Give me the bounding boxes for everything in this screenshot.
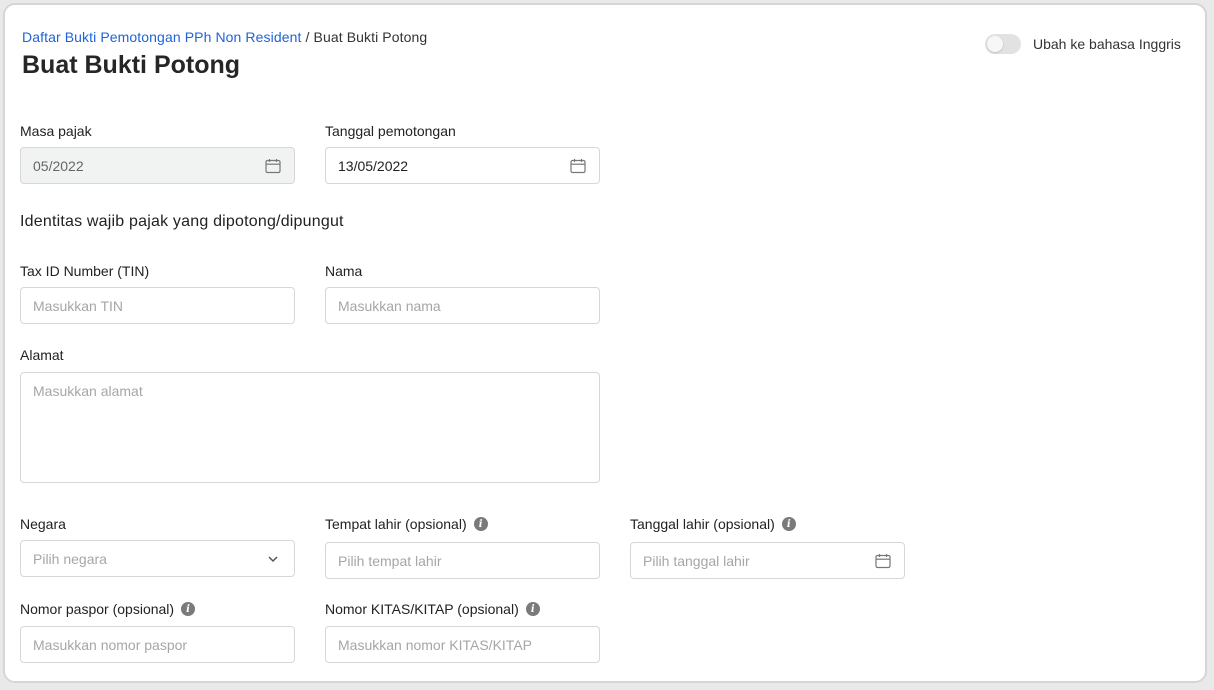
tempat-lahir-label-text: Tempat lahir (opsional): [325, 516, 467, 532]
language-toggle-switch[interactable]: [985, 34, 1021, 54]
tempat-lahir-label: Tempat lahir (opsional) i: [325, 516, 488, 532]
language-toggle[interactable]: Ubah ke bahasa Inggris: [985, 34, 1181, 54]
info-icon[interactable]: i: [525, 602, 540, 616]
language-toggle-label: Ubah ke bahasa Inggris: [1033, 36, 1181, 52]
paspor-input[interactable]: [20, 626, 295, 663]
nama-input[interactable]: [325, 287, 600, 324]
paspor-label: Nomor paspor (opsional) i: [20, 601, 196, 617]
kitas-label: Nomor KITAS/KITAP (opsional) i: [325, 601, 540, 617]
calendar-icon: [264, 157, 282, 175]
tanggal-lahir-field[interactable]: Pilih tanggal lahir: [630, 542, 905, 579]
alamat-label: Alamat: [20, 347, 64, 363]
calendar-icon[interactable]: [874, 552, 892, 570]
breadcrumb-separator: /: [305, 29, 310, 45]
calendar-icon[interactable]: [569, 157, 587, 175]
info-icon[interactable]: i: [781, 517, 796, 531]
tanggal-pemotongan-field[interactable]: 13/05/2022: [325, 147, 600, 184]
tin-input[interactable]: [20, 287, 295, 324]
paspor-label-text: Nomor paspor (opsional): [20, 601, 175, 617]
tempat-lahir-input[interactable]: [325, 542, 600, 579]
masa-pajak-label: Masa pajak: [20, 123, 92, 139]
tanggal-pemotongan-label: Tanggal pemotongan: [325, 123, 456, 139]
breadcrumb-link-daftar[interactable]: Daftar Bukti Pemotongan PPh Non Resident: [22, 29, 302, 45]
negara-select[interactable]: Pilih negara: [20, 540, 295, 577]
negara-label: Negara: [20, 516, 66, 532]
tanggal-pemotongan-value: 13/05/2022: [338, 157, 409, 174]
chevron-down-icon: [264, 550, 282, 568]
alamat-textarea[interactable]: [20, 372, 600, 483]
form-card: Daftar Bukti Pemotongan PPh Non Resident…: [3, 3, 1207, 683]
tanggal-lahir-placeholder: Pilih tanggal lahir: [643, 552, 750, 569]
info-icon[interactable]: i: [181, 602, 196, 616]
section-identitas-title: Identitas wajib pajak yang dipotong/dipu…: [20, 213, 344, 230]
kitas-label-text: Nomor KITAS/KITAP (opsional): [325, 601, 519, 617]
masa-pajak-value: 05/2022: [33, 157, 84, 174]
kitas-input[interactable]: [325, 626, 600, 663]
masa-pajak-field: 05/2022: [20, 147, 295, 184]
tanggal-lahir-label-text: Tanggal lahir (opsional): [630, 516, 775, 532]
breadcrumb-current: Buat Bukti Potong: [313, 29, 428, 45]
breadcrumb: Daftar Bukti Pemotongan PPh Non Resident…: [22, 29, 427, 45]
info-icon[interactable]: i: [473, 517, 488, 531]
negara-placeholder: Pilih negara: [33, 550, 107, 567]
page-title: Buat Bukti Potong: [22, 51, 241, 79]
tin-label: Tax ID Number (TIN): [20, 263, 150, 279]
tanggal-lahir-label: Tanggal lahir (opsional) i: [630, 516, 796, 532]
nama-label: Nama: [325, 263, 363, 279]
